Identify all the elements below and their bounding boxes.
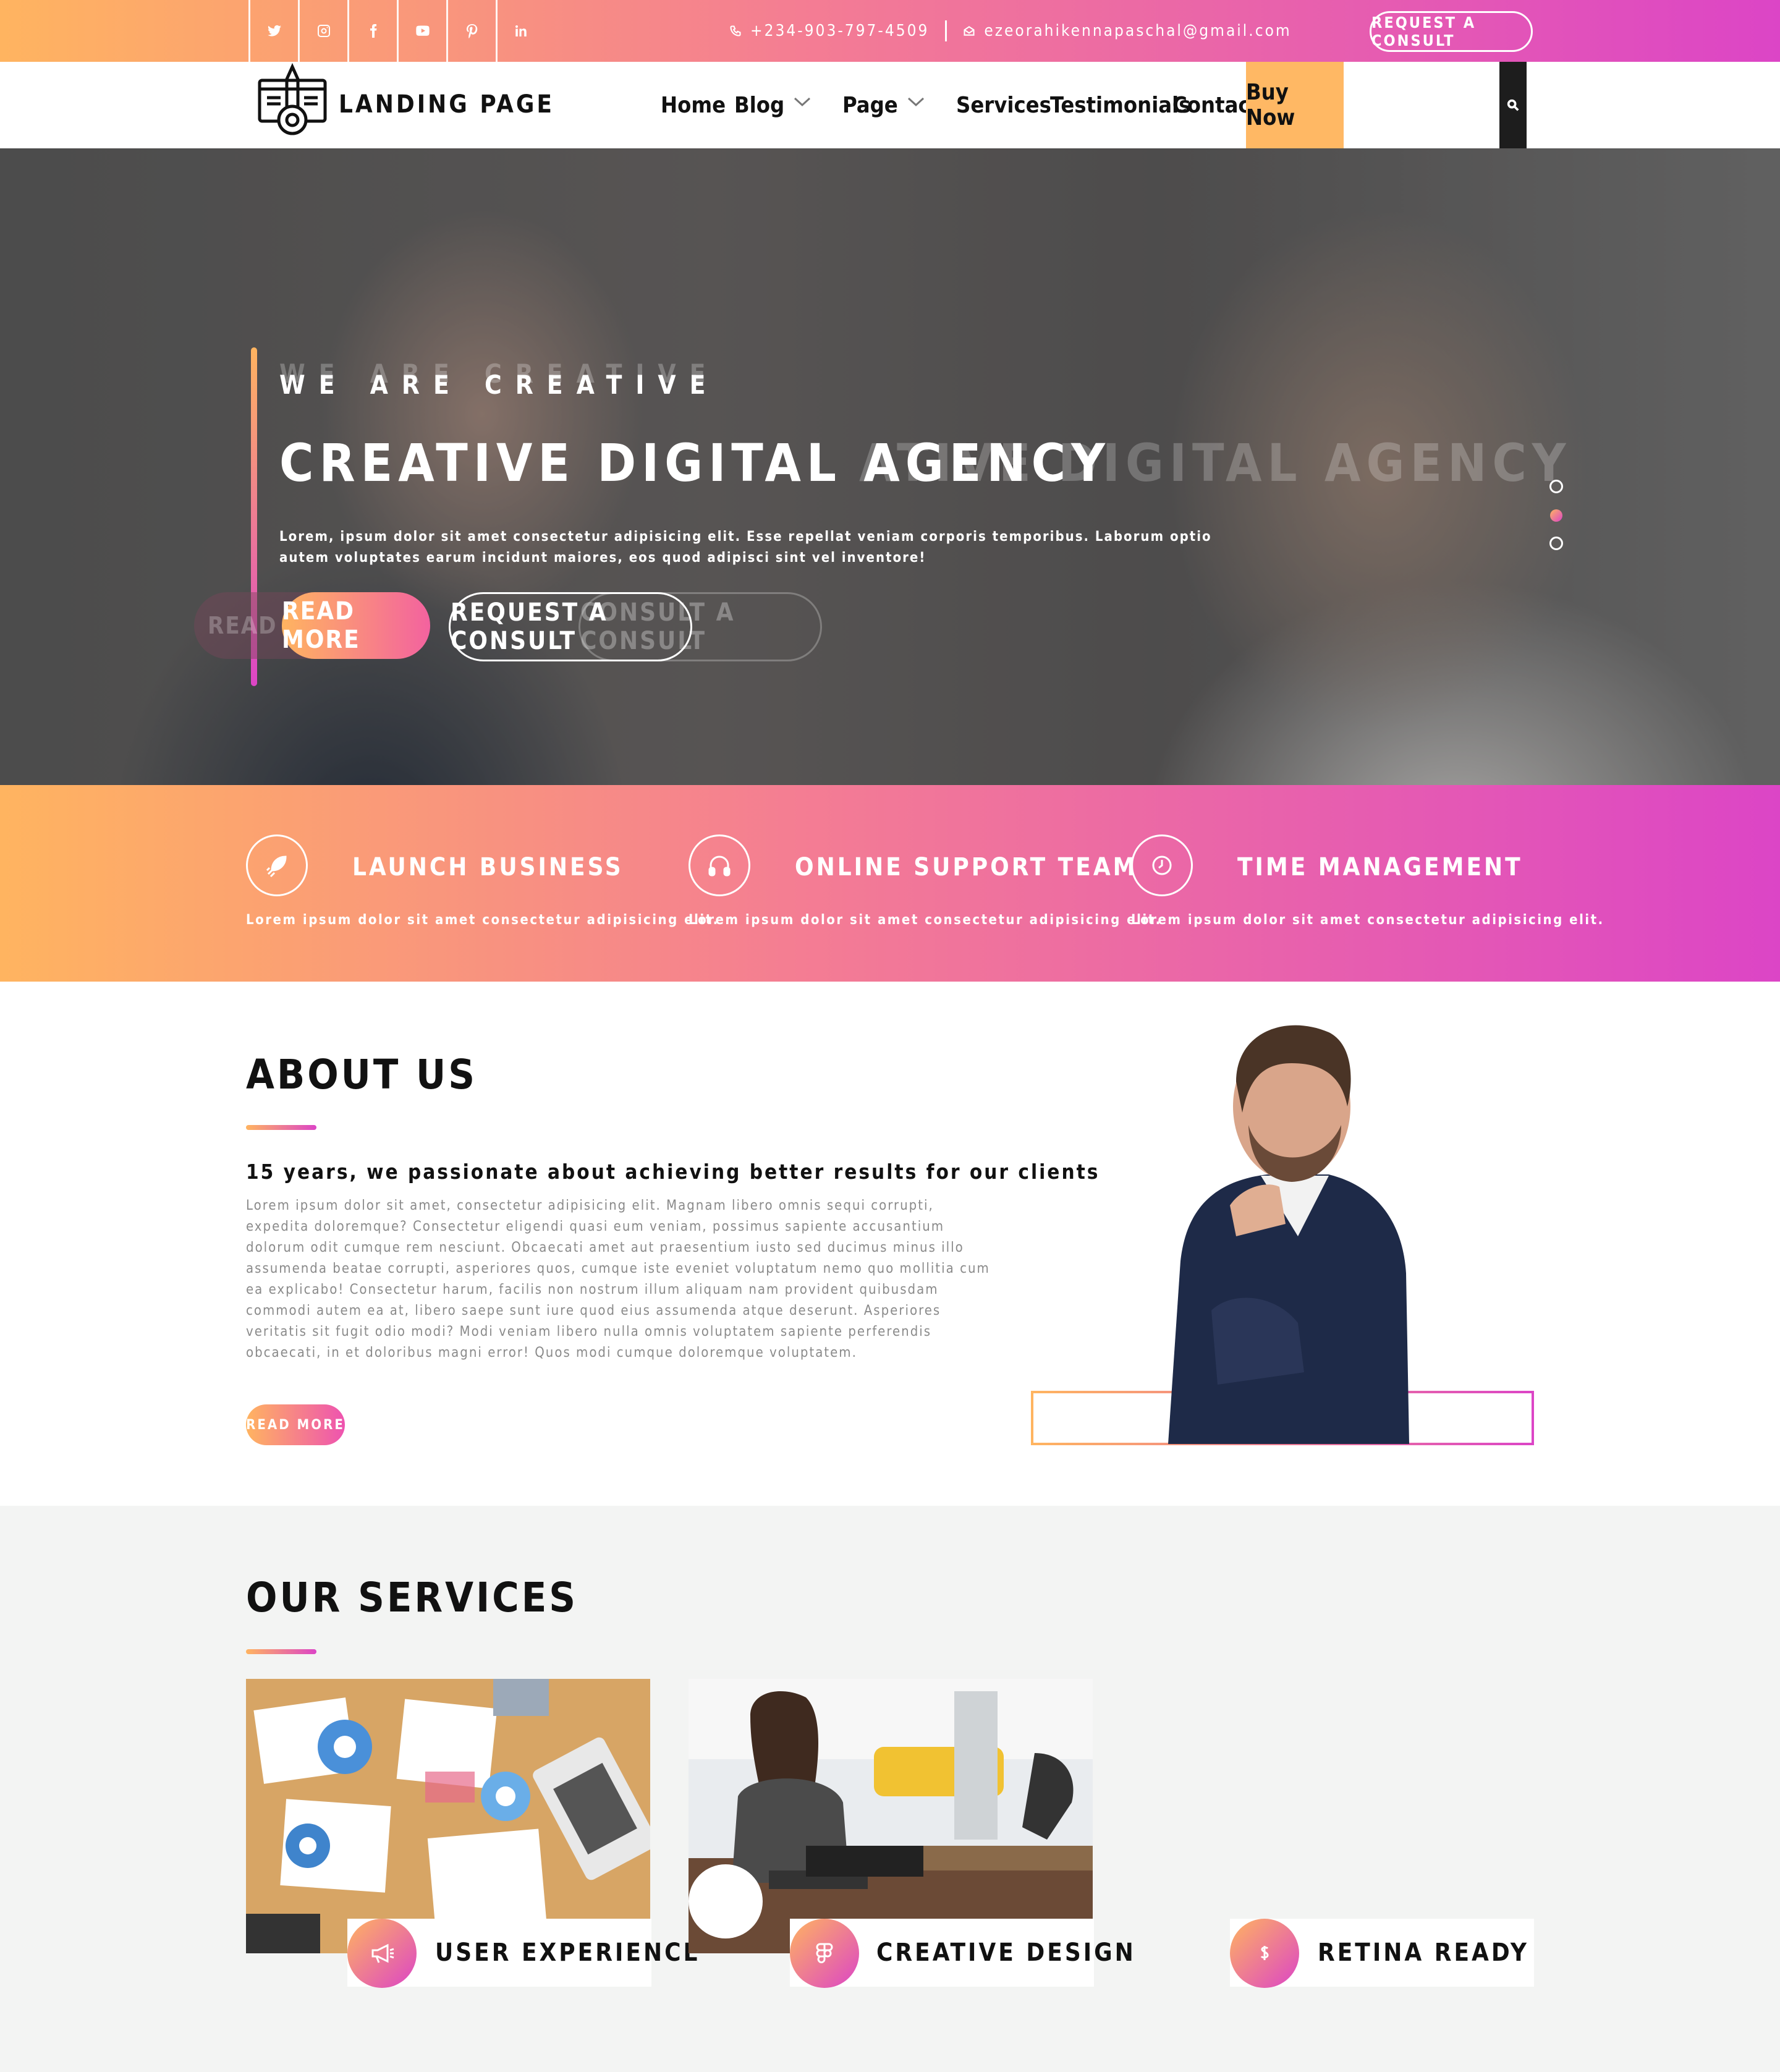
envelope-icon (964, 26, 975, 36)
slider-dot-2[interactable] (1550, 509, 1562, 522)
feature-title: TIME MANAGEMENT (1237, 853, 1523, 881)
contact-info: +234-903-797-4509 ezeorahikennapaschal@g… (729, 0, 1292, 62)
feature-text: Lorem ipsum dolor sit amet consectetur a… (246, 912, 719, 928)
feature-text: Lorem ipsum dolor sit amet consectetur a… (689, 912, 1162, 928)
pinterest-icon[interactable] (446, 0, 496, 62)
about-title: ABOUT US (246, 1051, 478, 1098)
hero-read-more-button[interactable]: READ MORE (282, 592, 430, 659)
rocket-icon (246, 834, 308, 896)
phone-icon (730, 25, 741, 36)
search-icon (1507, 99, 1519, 111)
slider-dot-3[interactable] (1549, 537, 1563, 550)
logo-icon[interactable] (256, 63, 329, 142)
service-image-user-experience (246, 1679, 650, 1953)
email-address[interactable]: ezeorahikennapaschal@gmail.com (984, 22, 1291, 40)
feature-text: Lorem ipsum dolor sit amet consectetur a… (1131, 912, 1604, 928)
hero-subtitle: WE ARE CREATIVE (279, 370, 719, 400)
nav-blog[interactable]: Blog (734, 62, 784, 148)
hero-consult-button[interactable]: REQUEST A CONSULT (449, 592, 692, 661)
divider (945, 20, 947, 41)
twitter-icon[interactable] (248, 0, 298, 62)
service-image-creative-design (689, 1679, 1093, 1953)
nav-home[interactable]: Home (661, 62, 726, 148)
about-read-more-button[interactable]: READ MORE (246, 1404, 345, 1445)
phone-number[interactable]: +234-903-797-4509 (750, 22, 929, 40)
headphones-icon (689, 834, 750, 896)
nav-page[interactable]: Page (842, 62, 898, 148)
search-button[interactable] (1499, 62, 1527, 148)
linkedin-icon[interactable] (496, 0, 545, 62)
request-consult-button[interactable]: REQUEST A CONSULT (1370, 11, 1533, 52)
services-title: OUR SERVICES (246, 1574, 578, 1621)
nav-services[interactable]: Services (956, 62, 1051, 148)
chevron-down-icon[interactable] (794, 96, 811, 108)
figma-icon (790, 1919, 859, 1988)
hero-text: Lorem, ipsum dolor sit amet consectetur … (279, 529, 1212, 566)
chevron-down-icon[interactable] (907, 96, 925, 108)
facebook-icon[interactable] (347, 0, 397, 62)
title-underline (246, 1125, 316, 1130)
nav-testimonials[interactable]: Testimonials (1050, 62, 1191, 148)
top-bar: +234-903-797-4509 ezeorahikennapaschal@g… (0, 0, 1780, 62)
title-underline (246, 1649, 316, 1654)
dollar-icon (1230, 1919, 1299, 1988)
youtube-icon[interactable] (397, 0, 446, 62)
instagram-icon[interactable] (298, 0, 347, 62)
buy-now-button[interactable]: Buy Now (1246, 62, 1344, 148)
about-subtitle: 15 years, we passionate about achieving … (246, 1160, 1100, 1184)
slider-dot-1[interactable] (1549, 480, 1563, 493)
service-label[interactable]: RETINA READY (1318, 1938, 1529, 1967)
person-image (1168, 1025, 1409, 1444)
logo-text[interactable]: LANDING PAGE (339, 90, 554, 119)
clock-icon (1131, 834, 1193, 896)
hero-title: CREATIVE DIGITAL AGENCY (279, 433, 1111, 493)
service-label[interactable]: USER EXPERIENCE (435, 1938, 701, 1967)
feature-title: ONLINE SUPPORT TEAM (795, 853, 1138, 881)
feature-title: LAUNCH BUSINESS (352, 853, 624, 881)
service-label[interactable]: CREATIVE DESIGN (876, 1938, 1136, 1967)
about-text: Lorem ipsum dolor sit amet, consectetur … (246, 1198, 990, 1361)
megaphone-icon (347, 1919, 417, 1988)
